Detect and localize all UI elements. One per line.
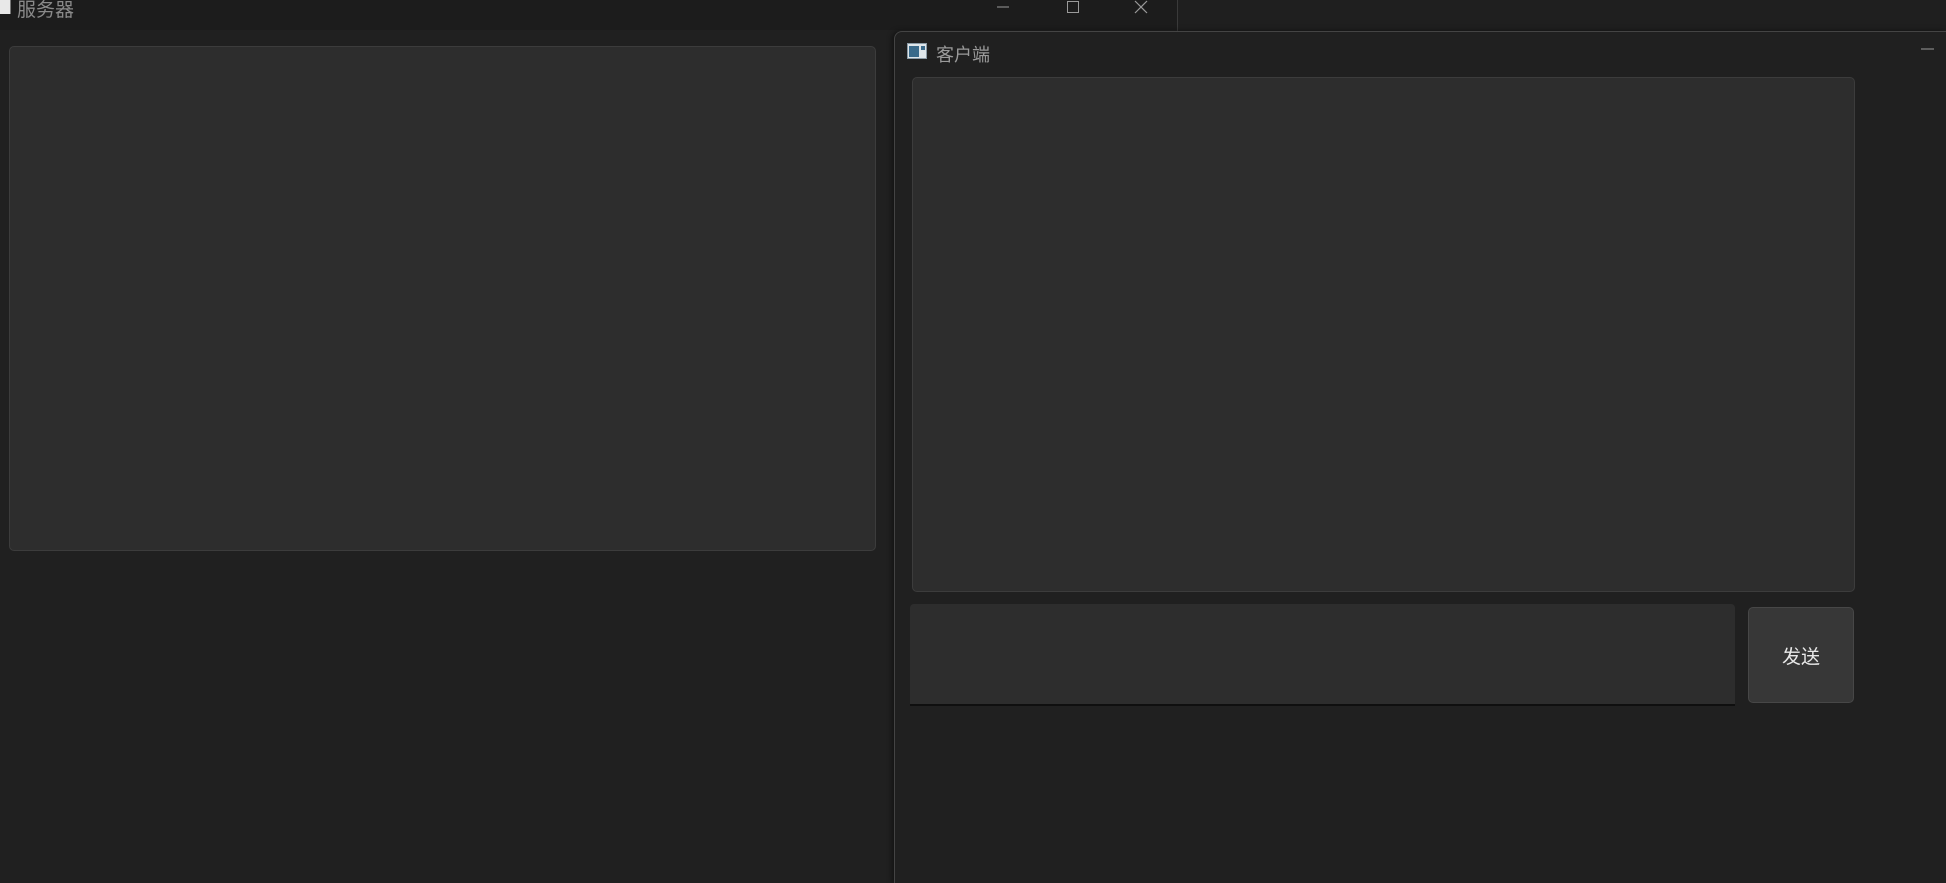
client-log-area[interactable] — [912, 77, 1855, 592]
client-window: 客户端 发送 — [894, 31, 1946, 883]
minimize-icon — [1921, 48, 1934, 50]
server-maximize-button[interactable] — [1042, 0, 1102, 20]
server-close-button[interactable] — [1112, 0, 1172, 20]
send-button[interactable]: 发送 — [1748, 607, 1854, 703]
maximize-icon — [1067, 1, 1079, 13]
desktop: 服务器 客户端 发送 — [0, 0, 1946, 883]
client-window-title: 客户端 — [936, 45, 990, 66]
server-log-area[interactable] — [9, 46, 876, 551]
client-app-icon — [907, 43, 927, 60]
client-minimize-button[interactable] — [1907, 42, 1946, 62]
message-input[interactable] — [910, 604, 1735, 706]
app-window-icon — [907, 43, 927, 59]
server-window-title: 服务器 — [17, 0, 75, 21]
minimize-icon — [997, 6, 1009, 8]
server-app-icon — [0, 0, 11, 14]
server-minimize-button[interactable] — [973, 0, 1033, 20]
client-titlebar[interactable]: 客户端 — [895, 32, 1946, 68]
close-icon — [1134, 0, 1148, 14]
server-titlebar[interactable]: 服务器 — [0, 0, 1177, 30]
